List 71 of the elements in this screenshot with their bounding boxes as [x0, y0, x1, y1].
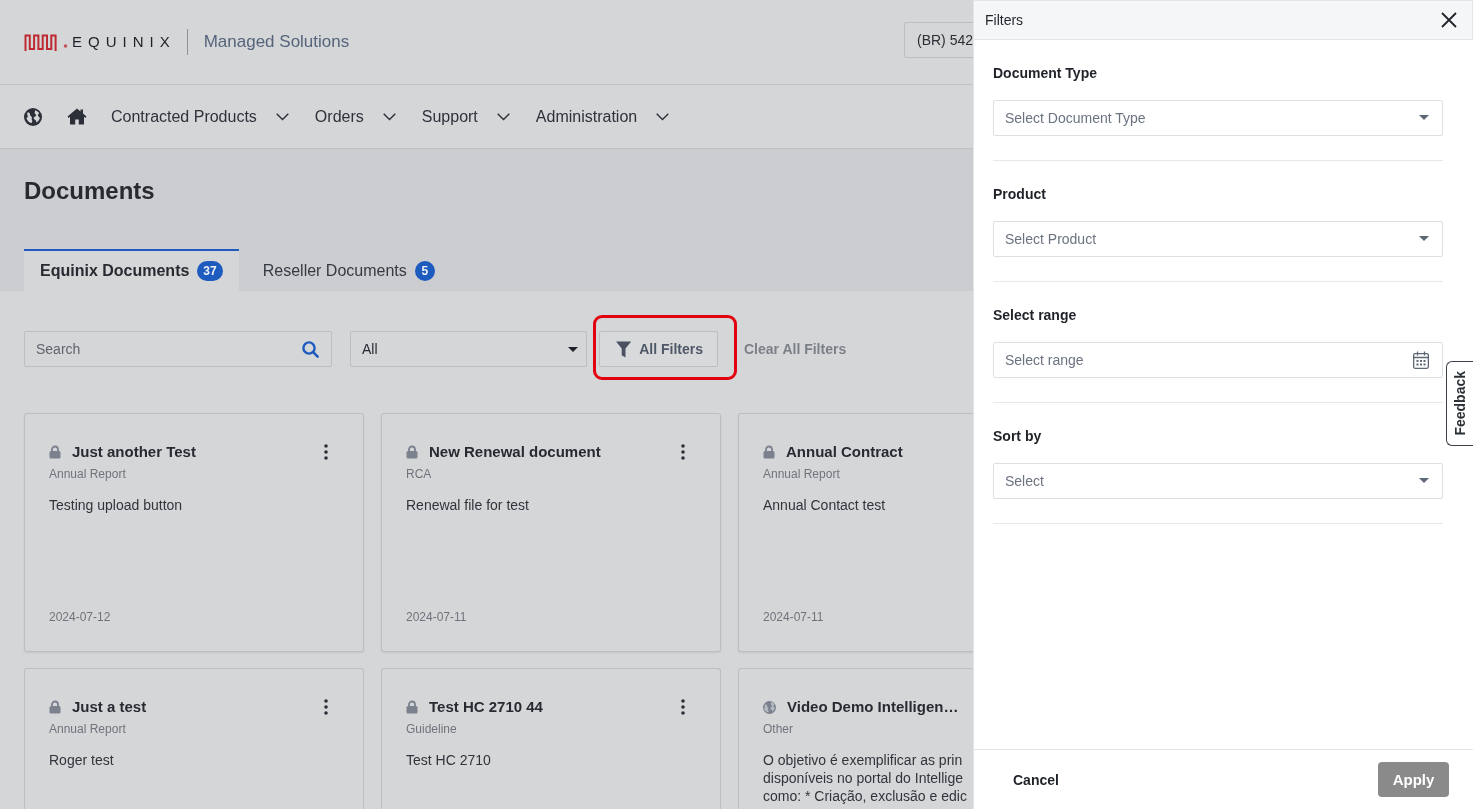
caret-down-icon	[1419, 478, 1429, 483]
document-card[interactable]: Just a test Annual Report Roger test	[24, 668, 364, 809]
caret-down-icon	[1419, 115, 1429, 120]
more-options-icon[interactable]	[324, 699, 328, 715]
card-description: Roger test	[49, 751, 114, 769]
home-icon[interactable]	[67, 108, 87, 125]
chevron-down-icon	[656, 112, 670, 121]
card-title[interactable]: Just a test	[72, 697, 147, 717]
chevron-down-icon	[275, 112, 289, 121]
card-date: 2024-07-12	[49, 609, 111, 625]
date-field[interactable]: Select range	[993, 342, 1443, 378]
card-title[interactable]: Video Demo Intelligen…	[787, 697, 959, 717]
card-type: Other	[763, 721, 793, 737]
close-icon[interactable]	[1441, 12, 1457, 28]
search-field[interactable]: Search	[24, 331, 332, 367]
card-title[interactable]: New Renewal document	[429, 442, 601, 462]
card-description: Testing upload button	[49, 496, 183, 514]
caret-down-icon	[1419, 236, 1429, 241]
type-dropdown[interactable]: All	[350, 331, 587, 367]
card-date: 2024-07-11	[406, 609, 467, 625]
nav-menu-item[interactable]: Administration	[535, 106, 670, 127]
globe-icon[interactable]	[24, 107, 42, 126]
count-badge: 5	[414, 261, 435, 281]
card-type: Annual Report	[763, 466, 840, 482]
all-filters-button[interactable]: All Filters	[599, 331, 718, 367]
chevron-down-icon	[382, 112, 396, 121]
field-label: Sort by	[993, 427, 1043, 445]
filter-icon	[616, 340, 632, 358]
card-description: O objetivo é exemplificar as prin disponíveis no portal do Intellige como: * Criação, exclusão e edic	[763, 751, 967, 805]
select-field[interactable]: Select Document Type	[993, 100, 1443, 136]
feedback-tab[interactable]: Feedback	[1446, 361, 1473, 446]
document-card[interactable]: Video Demo Intelligen… Other O objetivo é exemplificar as prin disponíveis no portal do Intellige como: * Criação, exclusão e edic	[738, 668, 973, 809]
tab[interactable]: Equinix Documents 37	[24, 249, 239, 291]
select-field[interactable]: Select	[993, 463, 1443, 499]
document-card[interactable]: Test HC 2710 44 Guideline Test HC 2710	[381, 668, 721, 809]
card-title[interactable]: Test HC 2710 44	[429, 697, 543, 717]
search-icon[interactable]	[302, 341, 319, 358]
more-options-icon[interactable]	[681, 444, 685, 460]
card-type: Annual Report	[49, 721, 126, 737]
field-label: Product	[993, 185, 1047, 203]
panel-title: Filters	[985, 12, 1024, 28]
page-title: Documents	[24, 176, 155, 206]
tab[interactable]: Reseller Documents 5	[246, 249, 451, 291]
card-type: Annual Report	[49, 466, 126, 482]
nav-menu-item[interactable]: Support	[421, 106, 510, 127]
card-title[interactable]: Just another Test	[72, 442, 196, 462]
select-field[interactable]: Select Product	[993, 221, 1443, 257]
logo-icon	[24, 32, 68, 52]
nav-menu-item[interactable]: Contracted Products	[111, 106, 289, 127]
more-options-icon[interactable]	[681, 699, 685, 715]
card-description: Test HC 2710	[406, 751, 491, 769]
document-card[interactable]: Just another Test Annual Report Testing upload button 2024-07-12	[24, 413, 364, 652]
chevron-down-icon	[496, 112, 510, 121]
card-date: 2024-07-11	[763, 609, 824, 625]
card-type: RCA	[406, 466, 432, 482]
card-title[interactable]: Annual Contract	[786, 442, 903, 462]
card-type: Guideline	[406, 721, 457, 737]
caret-down-icon	[568, 346, 578, 352]
document-card[interactable]: New Renewal document RCA Renewal file for test 2024-07-11	[381, 413, 721, 652]
product-name: Managed Solutions	[203, 32, 350, 52]
calendar-icon[interactable]	[1413, 351, 1429, 369]
count-badge: 37	[197, 261, 223, 281]
document-card[interactable]: Annual Contract Annual Report Annual Contact test 2024-07-11	[738, 413, 973, 652]
card-description: Annual Contact test	[763, 496, 886, 514]
logo-text: EQUINIX	[72, 33, 176, 51]
nav-menu-item[interactable]: Orders	[314, 106, 396, 127]
card-description: Renewal file for test	[406, 496, 529, 514]
cancel-button[interactable]: Cancel	[1013, 771, 1059, 788]
field-label: Document Type	[993, 64, 1098, 82]
field-label: Select range	[993, 306, 1078, 324]
more-options-icon[interactable]	[324, 444, 328, 460]
